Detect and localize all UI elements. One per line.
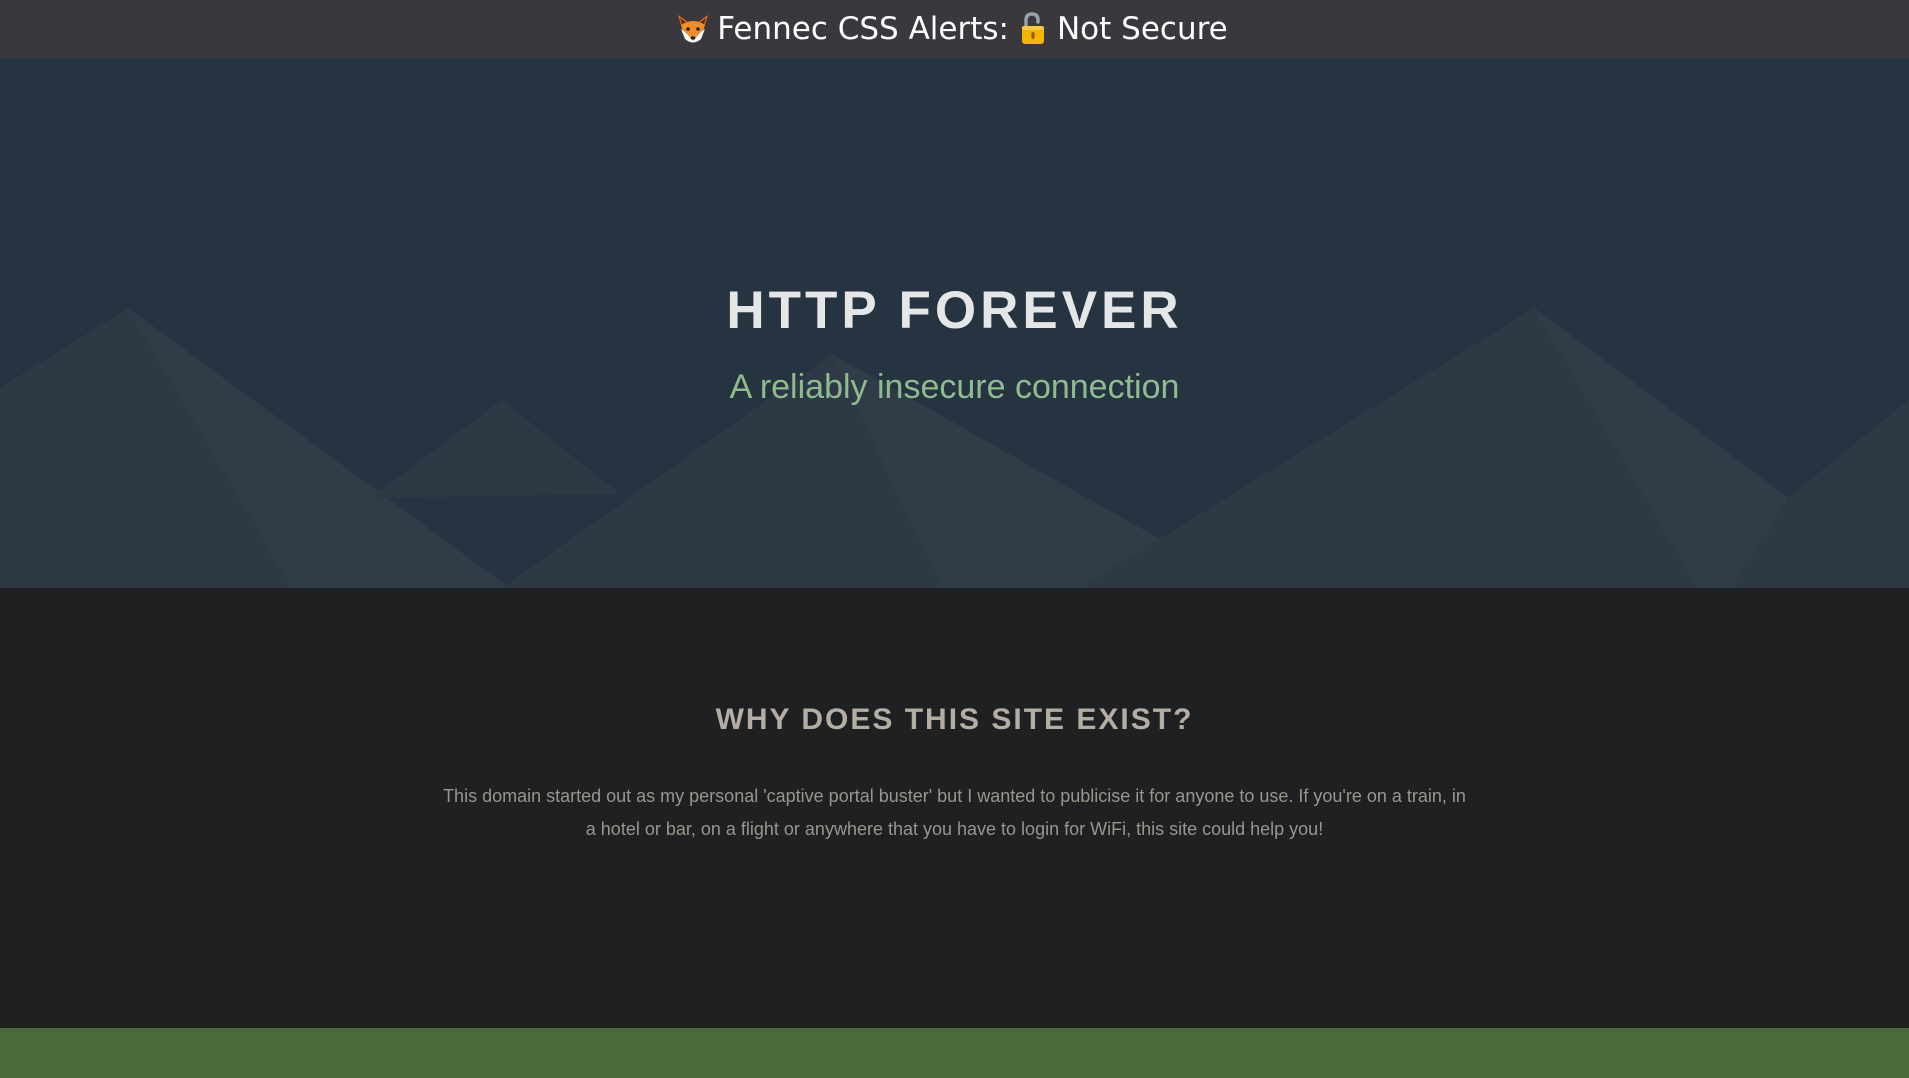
- css-alert-bar: Fennec CSS Alerts: Not Secure: [0, 0, 1909, 58]
- hero-section: HTTP FOREVER A reliably insecure connect…: [0, 58, 1909, 588]
- section-body-text: This domain started out as my personal '…: [443, 786, 1466, 839]
- page-title: HTTP FOREVER: [726, 281, 1183, 340]
- open-lock-icon: [1015, 11, 1051, 47]
- about-section: WHY DOES THIS SITE EXIST? This domain st…: [0, 588, 1909, 1028]
- alert-status: Not Secure: [1056, 11, 1228, 47]
- alert-label: Fennec CSS Alerts:: [717, 11, 1009, 47]
- fox-icon: [675, 11, 711, 47]
- footer-band: [0, 1028, 1909, 1078]
- page-subtitle: A reliably insecure connection: [729, 368, 1180, 406]
- section-heading: WHY DOES THIS SITE EXIST?: [715, 703, 1194, 736]
